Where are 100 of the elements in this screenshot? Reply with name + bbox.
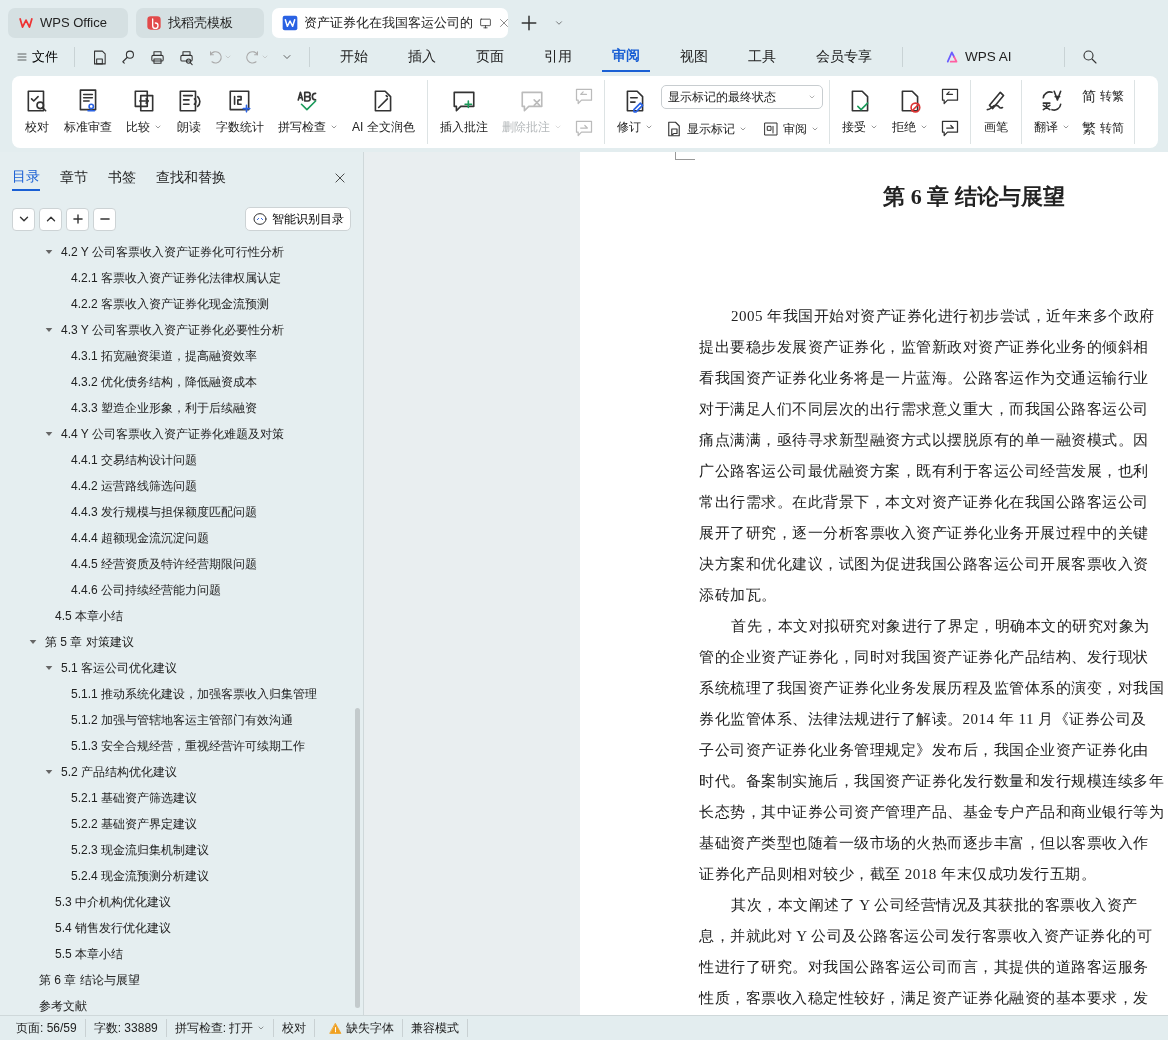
comment-right-arrow-icon bbox=[573, 118, 594, 138]
ribbon-button[interactable]: 标准审查 bbox=[58, 80, 118, 144]
sidebar-tab[interactable]: 书签 bbox=[108, 165, 136, 190]
outline-item[interactable]: 4.4.6 公司持续经营能力问题 bbox=[0, 577, 363, 603]
ribbon-button[interactable]: 画笔 bbox=[976, 80, 1015, 144]
menu-tab[interactable]: 会员专享 bbox=[806, 42, 882, 72]
ribbon-button[interactable]: 字数统计 bbox=[210, 80, 270, 144]
ribbon-button[interactable]: 比较 bbox=[120, 80, 168, 144]
ribbon-button[interactable]: 拼写检查 bbox=[272, 80, 344, 144]
body-text-line: 看我国资产证券化业务将是一片蓝海。公路客运作为交通运输行业 bbox=[698, 369, 1150, 388]
scrollbar[interactable] bbox=[355, 708, 360, 1008]
outline-item[interactable]: 5.5 本章小结 bbox=[0, 941, 363, 967]
menu-tab[interactable]: 页面 bbox=[466, 42, 514, 72]
smart-toc-button[interactable]: 智能识别目录 bbox=[245, 207, 351, 231]
undo-icon bbox=[207, 48, 224, 66]
outline-item[interactable]: 4.4.1 交易结构设计问题 bbox=[0, 447, 363, 473]
outline-item[interactable]: 5.1.2 加强与管辖地客运主管部门有效沟通 bbox=[0, 707, 363, 733]
outline-item[interactable]: 4.2 Y 公司客票收入资产证券化可行性分析 bbox=[0, 239, 363, 265]
body-text-line: 息，并就此对 Y 公司及公路客运公司发行客票收入资产证券化的可 bbox=[698, 927, 1154, 946]
close-icon[interactable] bbox=[498, 17, 510, 29]
redo-icon bbox=[244, 48, 261, 66]
outline-item[interactable]: 参考文献 bbox=[0, 993, 363, 1019]
sidebar-tab[interactable]: 目录 bbox=[12, 164, 40, 191]
demote-button[interactable] bbox=[93, 207, 116, 231]
comment-left-arrow-icon bbox=[573, 86, 594, 106]
caret-icon bbox=[919, 123, 928, 131]
body-text-line: 痛点满满，亟待寻求新型融资方式以摆脱原有的单一融资模式。因 bbox=[698, 431, 1150, 450]
menu-tab[interactable]: 工具 bbox=[738, 42, 786, 72]
ribbon-button[interactable]: 插入批注 bbox=[433, 80, 494, 144]
outline-item[interactable]: 4.3.2 优化债务结构，降低融资成本 bbox=[0, 369, 363, 395]
menu-tab[interactable]: 视图 bbox=[670, 42, 718, 72]
body-text-line: 券化监管体系、法律法规进行了解读。2014 年 11 月《证券公司及 bbox=[698, 710, 1148, 729]
body-text-line: 性质，客票收入稳定性较好，满足资产证券化融资的基本要求，发 bbox=[697, 989, 1150, 1008]
file-menu[interactable]: 文件 bbox=[12, 45, 62, 69]
window-tab[interactable]: 资产证券化在我国客运公司的 bbox=[272, 8, 508, 38]
body-text-line: 证券化产品则相对较少，截至 2018 年末仅成功发行五期。 bbox=[698, 865, 1097, 884]
window-tab[interactable]: WPS Office bbox=[8, 8, 128, 38]
outline-item[interactable]: 5.2.4 现金流预测分析建议 bbox=[0, 863, 363, 889]
outline-item[interactable]: 第 6 章 结论与展望 bbox=[0, 967, 363, 993]
key-icon bbox=[120, 48, 137, 66]
to-simplified-button[interactable]: 繁 转简 bbox=[1077, 115, 1128, 141]
collapse-all-button[interactable] bbox=[12, 207, 35, 231]
body-text-line: 时代。备案制实施后，我国资产证券化发行数量和发行规模连续多年 bbox=[698, 772, 1165, 791]
w-document-icon bbox=[282, 15, 298, 31]
menu-tab[interactable]: 引用 bbox=[534, 42, 582, 72]
outline-item[interactable]: 5.2.2 基础资产界定建议 bbox=[0, 811, 363, 837]
caret-icon bbox=[330, 123, 338, 131]
outline-item[interactable]: 4.2.2 客票收入资产证券化现金流预测 bbox=[0, 291, 363, 317]
menu-tab[interactable]: 开始 bbox=[330, 42, 378, 72]
save-icon bbox=[91, 48, 108, 66]
menu-tab[interactable]: 插入 bbox=[398, 42, 446, 72]
markup-select[interactable]: 显示标记的最终状态 bbox=[660, 84, 823, 109]
spell-check-status[interactable]: 拼写检查: 打开 bbox=[166, 1019, 275, 1037]
proofread-button[interactable]: 校对 bbox=[274, 1019, 316, 1037]
sidebar-tab[interactable]: 查找和替换 bbox=[156, 165, 226, 190]
ribbon-button[interactable]: 拒绝 bbox=[885, 80, 934, 144]
outline-item[interactable]: 5.2.3 现金流归集机制建议 bbox=[0, 837, 363, 863]
outline-item[interactable]: 5.4 销售发行优化建议 bbox=[0, 915, 363, 941]
outline-item[interactable]: 5.1.3 安全合规经营，重视经营许可续期工作 bbox=[0, 733, 363, 759]
outline-item[interactable]: 4.4.3 发行规模与担保额度匹配问题 bbox=[0, 499, 363, 525]
promote-button[interactable] bbox=[66, 207, 89, 231]
body-text-line: 子公司资产证券化业务管理规定》发布后，我国企业资产证券化由 bbox=[698, 741, 1150, 760]
sidebar-tab[interactable]: 章节 bbox=[60, 165, 88, 190]
outline-item[interactable]: 4.5 本章小结 bbox=[0, 603, 363, 629]
caret-icon bbox=[554, 18, 564, 28]
outline-item[interactable]: 5.1.1 推动系统化建设，加强客票收入归集管理 bbox=[0, 681, 363, 707]
outline-item[interactable]: 第 5 章 对策建议 bbox=[0, 629, 363, 655]
outline-item[interactable]: 4.3 Y 公司客票收入资产证券化必要性分析 bbox=[0, 317, 363, 343]
missing-font-status[interactable]: 缺失字体 bbox=[315, 1019, 404, 1037]
outline-item[interactable]: 4.4 Y 公司客票收入资产证券化难题及对策 bbox=[0, 421, 363, 447]
ribbon-button[interactable]: 朗读 bbox=[170, 80, 208, 144]
outline-item[interactable]: 4.3.3 塑造企业形象，利于后续融资 bbox=[0, 395, 363, 421]
body-text-line: 常出行需求。在此背景下，本文对资产证券化在我国公路客运公司 bbox=[698, 493, 1150, 512]
body-text-line: 基础资产类型也随着一级市场的火热而逐步丰富，但以客票收入作 bbox=[698, 834, 1150, 853]
outline-item[interactable]: 5.2.1 基础资产筛选建议 bbox=[0, 785, 363, 811]
w-logo-icon bbox=[18, 16, 34, 30]
caret-icon bbox=[644, 123, 653, 131]
outline-item[interactable]: 4.3.1 拓宽融资渠道，提高融资效率 bbox=[0, 343, 363, 369]
outline-item[interactable]: 5.3 中介机构优化建议 bbox=[0, 889, 363, 915]
review-pane-button[interactable]: 审阅 bbox=[758, 117, 823, 140]
chapter-heading: 第 6 章 结论与展望 bbox=[882, 183, 1066, 211]
to-traditional-button[interactable]: 简 转繁 bbox=[1077, 83, 1128, 109]
outline-item[interactable]: 4.4.2 运营路线筛选问题 bbox=[0, 473, 363, 499]
status-text: 兼容模式 bbox=[403, 1019, 469, 1037]
ribbon-button[interactable]: 接受 bbox=[835, 80, 884, 144]
menu-tab[interactable]: 审阅 bbox=[602, 41, 650, 73]
outline-item[interactable]: 4.4.4 超额现金流沉淀问题 bbox=[0, 525, 363, 551]
show-markup-button[interactable]: 显示标记 bbox=[660, 117, 751, 140]
outline-item[interactable]: 4.2.1 客票收入资产证券化法律权属认定 bbox=[0, 265, 363, 291]
ribbon-button[interactable]: AI 全文润色 bbox=[346, 80, 421, 144]
ribbon-button[interactable]: 校对 bbox=[18, 80, 56, 144]
caret-icon bbox=[257, 1024, 266, 1032]
ribbon-button[interactable]: 翻译 bbox=[1027, 80, 1076, 144]
ribbon-button[interactable]: 修订 bbox=[610, 80, 659, 144]
plus-icon bbox=[520, 14, 538, 32]
outline-item[interactable]: 5.1 客运公司优化建议 bbox=[0, 655, 363, 681]
wps-ai-tab[interactable]: WPS AI bbox=[935, 42, 1022, 72]
outline-item[interactable]: 4.4.5 经营资质及特许经营期限问题 bbox=[0, 551, 363, 577]
window-tab[interactable]: 找稻壳模板 bbox=[136, 8, 264, 38]
expand-all-button[interactable] bbox=[39, 207, 62, 231]
